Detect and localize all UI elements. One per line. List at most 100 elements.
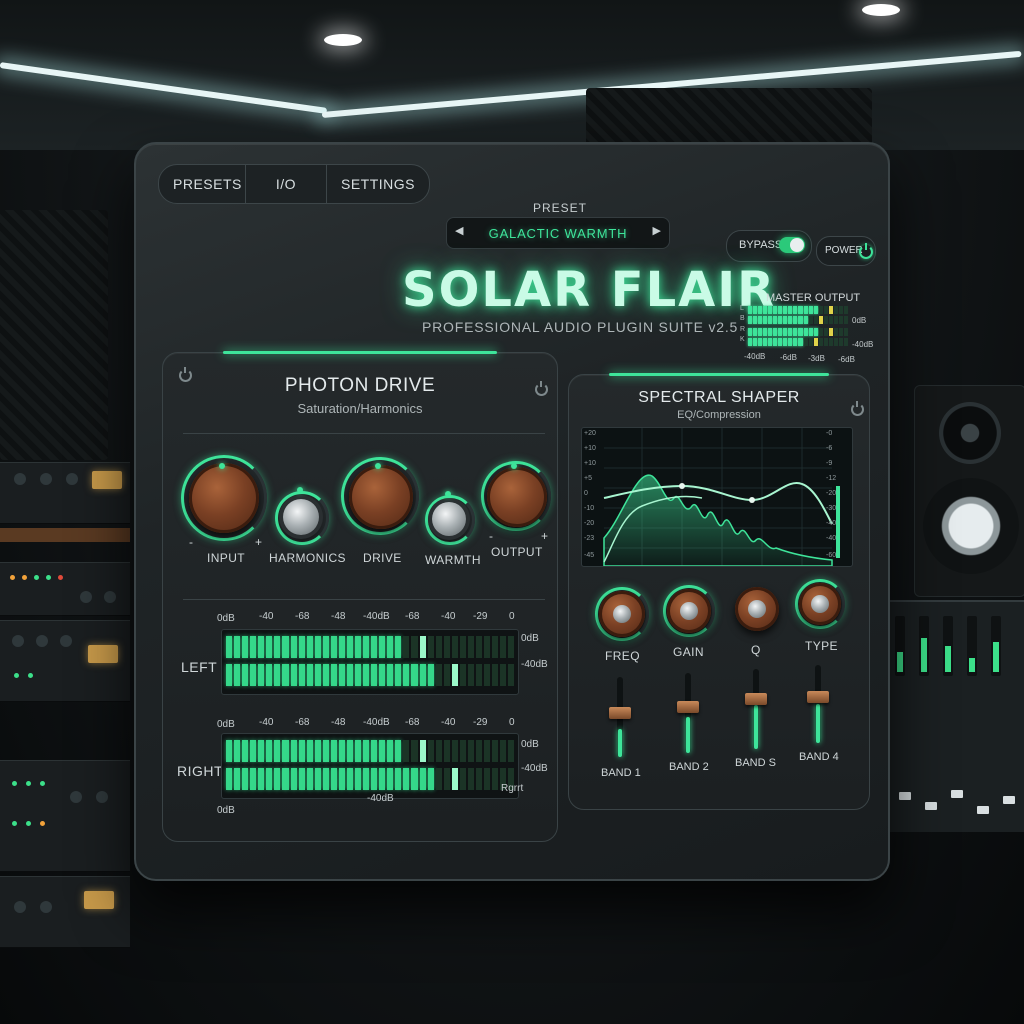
meter-segment bbox=[379, 664, 386, 686]
meter-segment bbox=[266, 664, 273, 686]
meter-segment bbox=[459, 664, 466, 686]
band-1-fader[interactable] bbox=[609, 707, 631, 719]
meter-segment bbox=[274, 636, 281, 658]
right-level-meter bbox=[221, 733, 519, 799]
meter-segment bbox=[475, 768, 482, 790]
meter-segment bbox=[828, 316, 833, 324]
spectral-shaper-subtitle: EQ/Compression bbox=[677, 409, 761, 421]
meter-segment bbox=[435, 636, 442, 658]
gain-knob[interactable]: GAIN bbox=[663, 585, 723, 665]
eq-scale-left: -23 bbox=[584, 535, 595, 542]
meter-segment bbox=[818, 316, 823, 324]
meter-segment bbox=[783, 306, 788, 314]
plugin-window: PRESETS I/O SETTINGS PRESET ◀ GALACTIC W… bbox=[134, 142, 890, 881]
meter-segment bbox=[250, 636, 257, 658]
meter-segment bbox=[459, 740, 466, 762]
eq-node bbox=[679, 483, 685, 489]
input-knob[interactable]: - + INPUT bbox=[181, 455, 271, 565]
meter-segment bbox=[492, 664, 499, 686]
eq-spectrum-display[interactable]: +20 +10 +10 +5 0 -10 -20 -23 -45 -0 -6 -… bbox=[581, 427, 853, 567]
meter-segment bbox=[314, 636, 321, 658]
meter-segment bbox=[475, 740, 482, 762]
harmonics-knob[interactable]: HARMONICS bbox=[269, 487, 346, 571]
band-4-fader-track[interactable] bbox=[815, 665, 821, 743]
meter-segment bbox=[783, 328, 788, 336]
meter-segment bbox=[387, 740, 394, 762]
meter-segment bbox=[798, 316, 803, 324]
meter-segment bbox=[282, 740, 289, 762]
power-button[interactable]: POWER bbox=[816, 236, 876, 266]
meter-segment bbox=[778, 316, 783, 324]
meter-segment bbox=[427, 636, 434, 658]
meter-segment bbox=[833, 338, 838, 346]
band-4-fader[interactable] bbox=[807, 691, 829, 703]
meter-segment bbox=[403, 768, 410, 790]
band-2-fader-track[interactable] bbox=[685, 673, 691, 753]
band-3-fader-track[interactable] bbox=[753, 669, 759, 749]
meter-segment bbox=[467, 636, 474, 658]
meter-segment bbox=[379, 740, 386, 762]
meter-segment bbox=[346, 768, 353, 790]
warmth-knob[interactable]: WARMTH bbox=[425, 491, 485, 575]
type-knob[interactable]: TYPE bbox=[795, 579, 851, 659]
meter-segment bbox=[363, 740, 370, 762]
meter-segment bbox=[371, 768, 378, 790]
meter-segment bbox=[484, 664, 491, 686]
meter-segment bbox=[443, 664, 450, 686]
meter-segment bbox=[788, 316, 793, 324]
eq-scale-left: 0 bbox=[584, 490, 588, 497]
meter-segment bbox=[798, 328, 803, 336]
bypass-switch[interactable]: BYPASS bbox=[726, 230, 812, 262]
eq-scale-left: +5 bbox=[584, 475, 592, 482]
meter-segment bbox=[427, 768, 434, 790]
band-2-fader[interactable] bbox=[677, 701, 699, 713]
bypass-toggle[interactable] bbox=[779, 237, 805, 253]
meter-segment bbox=[484, 740, 491, 762]
meter-segment bbox=[843, 306, 848, 314]
meter-segment bbox=[338, 636, 345, 658]
meter-segment bbox=[258, 768, 265, 790]
preset-selector[interactable]: ◀ GALACTIC WARMTH ▶ bbox=[446, 217, 670, 249]
output-knob[interactable]: - + OUTPUT bbox=[481, 461, 555, 567]
meter-segment bbox=[818, 306, 823, 314]
meter-segment bbox=[250, 740, 257, 762]
tab-settings[interactable]: SETTINGS bbox=[327, 165, 429, 203]
prev-preset-icon[interactable]: ◀ bbox=[455, 224, 463, 237]
meter-segment bbox=[803, 316, 808, 324]
freq-knob[interactable]: FREQ bbox=[595, 587, 655, 667]
meter-segment bbox=[758, 306, 763, 314]
meter-scale-label: 0 bbox=[509, 717, 515, 728]
meter-segment bbox=[330, 768, 337, 790]
meter-segment bbox=[500, 740, 507, 762]
bypass-label: BYPASS bbox=[739, 239, 783, 251]
tab-io[interactable]: I/O bbox=[246, 165, 327, 203]
meter-segment bbox=[823, 338, 828, 346]
meter-segment bbox=[793, 316, 798, 324]
meter-segment bbox=[758, 338, 763, 346]
master-channel-label: L bbox=[740, 305, 744, 312]
next-preset-icon[interactable]: ▶ bbox=[653, 224, 661, 237]
meter-segment bbox=[363, 768, 370, 790]
meter-bar bbox=[226, 636, 515, 658]
meter-segment bbox=[234, 636, 241, 658]
meter-segment bbox=[818, 338, 823, 346]
ceiling-spotlight bbox=[862, 4, 900, 16]
knob-plus: + bbox=[255, 535, 263, 549]
master-meter-row bbox=[748, 328, 848, 336]
eq-scale-left: -45 bbox=[584, 552, 595, 559]
q-knob[interactable]: Q bbox=[731, 583, 787, 663]
plugin-title: SOLAR FLAIR bbox=[402, 262, 777, 318]
tab-presets[interactable]: PRESETS bbox=[159, 165, 246, 203]
eq-scale-left: +10 bbox=[584, 445, 596, 452]
meter-segment bbox=[768, 306, 773, 314]
meter-segment bbox=[828, 306, 833, 314]
drive-knob[interactable]: DRIVE bbox=[341, 457, 421, 567]
master-channel-sublabel: K bbox=[740, 336, 745, 343]
meter-segment bbox=[500, 664, 507, 686]
panel-divider bbox=[183, 599, 545, 600]
meter-segment bbox=[778, 338, 783, 346]
meter-segment bbox=[290, 664, 297, 686]
meter-segment bbox=[783, 338, 788, 346]
band-3-fader[interactable] bbox=[745, 693, 767, 705]
knob-label: DRIVE bbox=[363, 551, 402, 565]
